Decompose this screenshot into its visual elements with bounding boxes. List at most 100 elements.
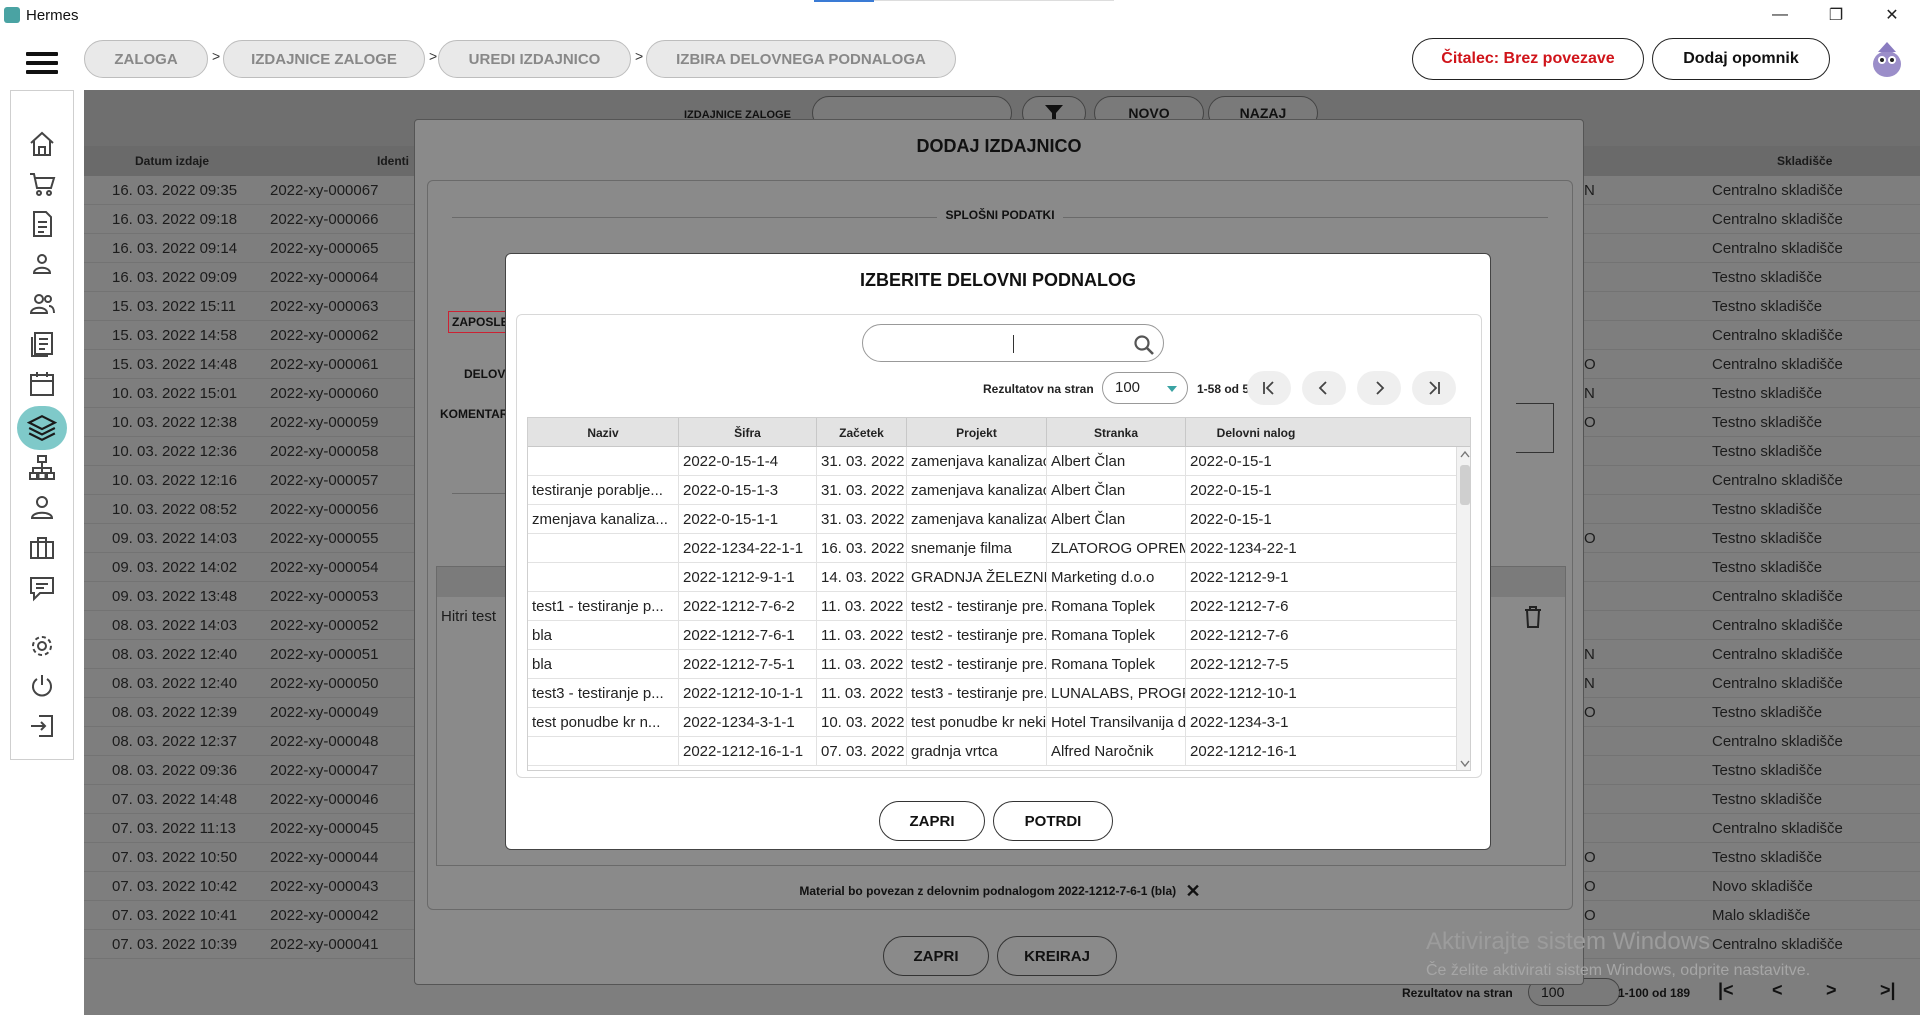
- table-row[interactable]: 2022-1234-22-1-1 16. 03. 2022 snemanje fil…: [528, 534, 1456, 563]
- first-page-button[interactable]: [1247, 371, 1291, 405]
- employee-field-label[interactable]: ZAPOSLE: [448, 311, 508, 333]
- users-icon[interactable]: [27, 289, 57, 319]
- background-cell-warehouse: Centralno skladišče: [1712, 182, 1843, 199]
- background-cell-date: 07. 03. 2022 11:13: [112, 820, 236, 837]
- calendar-icon[interactable]: [27, 369, 57, 399]
- scrollbar-thumb[interactable]: [1460, 465, 1470, 505]
- comment-field-edge[interactable]: [1516, 403, 1554, 453]
- breadcrumb-zaloga[interactable]: ZALOGA: [84, 40, 208, 78]
- logout-icon[interactable]: [27, 711, 57, 741]
- background-cell-warehouse: Centralno skladišče: [1712, 588, 1843, 605]
- user-icon[interactable]: [27, 249, 57, 279]
- table-row[interactable]: 2022-1212-16-1-1 07. 03. 2022 gradnja vrtc…: [528, 737, 1456, 766]
- close-window-button[interactable]: ✕: [1864, 0, 1920, 30]
- breadcrumb-separator: >: [635, 48, 644, 64]
- background-cell-status: N: [1584, 385, 1595, 402]
- table-scrollbar[interactable]: [1456, 447, 1470, 770]
- background-cell-id: 2022-xy-000065: [270, 240, 379, 257]
- trash-icon[interactable]: [1523, 605, 1543, 629]
- power-icon[interactable]: [27, 671, 57, 701]
- table-row[interactable]: 2022-0-15-1-4 31. 03. 2022 zamenjava kanal…: [528, 447, 1456, 476]
- search-icon[interactable]: [1133, 334, 1155, 356]
- table-row[interactable]: zmenjava kanaliza... 2022-0-15-1-1 31. 03.…: [528, 505, 1456, 534]
- background-cell-id: 2022-xy-000046: [270, 791, 379, 808]
- background-cell-date: 10. 03. 2022 12:36: [112, 443, 238, 460]
- table-row[interactable]: bla 2022-1212-7-6-1 11. 03. 2022 test2 - te…: [528, 621, 1456, 650]
- workorder-field-label: DELOV: [464, 367, 506, 381]
- background-cell-date: 10. 03. 2022 12:16: [112, 472, 238, 489]
- column-header-sifra[interactable]: Šifra: [679, 418, 817, 447]
- scroll-up-icon[interactable]: [1460, 450, 1470, 458]
- breadcrumb-uredi-izdajnico[interactable]: UREDI IZDAJNICO: [438, 40, 631, 78]
- add-issue-title: DODAJ IZDAJNICO: [916, 136, 1082, 156]
- cell-naziv: test3 - testiranje p...: [528, 679, 679, 708]
- document-icon[interactable]: [27, 209, 57, 239]
- background-cell-date: 10. 03. 2022 15:01: [112, 385, 238, 402]
- background-cell-warehouse: Centralno skladišče: [1712, 733, 1843, 750]
- column-header-delovni-nalog[interactable]: Delovni nalog: [1186, 418, 1326, 447]
- background-cell-warehouse: Testno skladišče: [1712, 762, 1823, 779]
- item-name: Hitri test: [441, 608, 497, 625]
- background-cell-warehouse: Testno skladišče: [1712, 501, 1823, 518]
- cell-naziv: [528, 563, 679, 592]
- background-first-page-icon[interactable]: |<: [1718, 980, 1734, 1001]
- column-header-zacetek[interactable]: Začetek: [817, 418, 907, 447]
- table-row[interactable]: test ponudbe kr n... 2022-1234-3-1-1 10. 0…: [528, 708, 1456, 737]
- background-prev-page-icon[interactable]: <: [1772, 980, 1783, 1001]
- cart-icon[interactable]: [27, 169, 57, 199]
- cell-delovni-nalog: 2022-1212-7-5: [1190, 656, 1289, 673]
- background-cell-status: N: [1584, 182, 1595, 199]
- cell-projekt: test2 - testiranje pre...: [907, 650, 1047, 679]
- hierarchy-icon[interactable]: [27, 453, 57, 483]
- search-input[interactable]: [862, 324, 1164, 362]
- cell-naziv: [528, 737, 679, 766]
- background-cell-warehouse: Centralno skladišče: [1712, 936, 1843, 953]
- breadcrumb-izdajnice-zaloge[interactable]: IZDAJNICE ZALOGE: [223, 40, 425, 78]
- table-row[interactable]: 2022-1212-9-1-1 14. 03. 2022 GRADNJA ŽELEZ…: [528, 563, 1456, 592]
- table-row[interactable]: test1 - testiranje p... 2022-1212-7-6-2 11…: [528, 592, 1456, 621]
- table-row[interactable]: bla 2022-1212-7-5-1 11. 03. 2022 test2 - te…: [528, 650, 1456, 679]
- next-page-button[interactable]: [1357, 371, 1401, 405]
- add-reminder-button[interactable]: Dodaj opomnik: [1652, 38, 1830, 80]
- add-issue-close-button[interactable]: ZAPRI: [883, 936, 989, 976]
- column-header-naziv[interactable]: Naziv: [528, 418, 679, 447]
- select-confirm-button[interactable]: POTRDI: [993, 801, 1113, 841]
- briefcase-icon[interactable]: [27, 533, 57, 563]
- background-next-page-icon[interactable]: >: [1826, 980, 1837, 1001]
- background-cell-date: 08. 03. 2022 14:03: [112, 617, 238, 634]
- home-icon[interactable]: [27, 129, 57, 159]
- scroll-down-icon[interactable]: [1460, 760, 1470, 768]
- first-page-icon: [1263, 381, 1274, 395]
- per-page-select[interactable]: 100: [1102, 372, 1188, 404]
- background-cell-date: 08. 03. 2022 12:40: [112, 646, 238, 663]
- cell-delovni-nalog: 2022-1212-7-6: [1190, 627, 1289, 644]
- breadcrumb-izbira-delovnega-podnaloga[interactable]: IZBIRA DELOVNEGA PODNALOGA: [646, 40, 956, 78]
- cell-naziv: bla: [528, 650, 679, 679]
- hand-icon[interactable]: [27, 493, 57, 523]
- chat-icon[interactable]: [27, 573, 57, 603]
- prev-page-button[interactable]: [1302, 371, 1346, 405]
- last-page-button[interactable]: [1412, 371, 1456, 405]
- list-icon[interactable]: [27, 329, 57, 359]
- select-close-button[interactable]: ZAPRI: [879, 801, 985, 841]
- cell-projekt: zamenjava kanalizac...: [907, 447, 1047, 476]
- table-row[interactable]: testiranje porablje... 2022-0-15-1-3 31. 0…: [528, 476, 1456, 505]
- maximize-button[interactable]: ❐: [1808, 0, 1864, 30]
- background-cell-id: 2022-xy-000060: [270, 385, 379, 402]
- minimize-button[interactable]: —: [1752, 0, 1808, 30]
- reader-status-button[interactable]: Čitalec: Brez povezave: [1412, 38, 1644, 80]
- table-row[interactable]: test3 - testiranje p... 2022-1212-10-1-1 1…: [528, 679, 1456, 708]
- background-cell-date: 16. 03. 2022 09:09: [112, 269, 238, 286]
- menu-icon[interactable]: [26, 52, 58, 74]
- avatar[interactable]: [1870, 40, 1904, 78]
- column-header-projekt[interactable]: Projekt: [907, 418, 1047, 447]
- column-header-stranka[interactable]: Stranka: [1047, 418, 1186, 447]
- add-issue-create-button[interactable]: KREIRAJ: [997, 936, 1117, 976]
- background-cell-date: 08. 03. 2022 12:40: [112, 675, 238, 692]
- cell-delovni-nalog: 2022-1212-7-6: [1190, 598, 1289, 615]
- layers-icon[interactable]: [27, 413, 57, 443]
- remove-link-icon[interactable]: ✕: [1186, 881, 1201, 901]
- background-cell-warehouse: Centralno skladišče: [1712, 327, 1843, 344]
- gear-icon[interactable]: [27, 631, 57, 661]
- background-last-page-icon[interactable]: >|: [1880, 980, 1896, 1001]
